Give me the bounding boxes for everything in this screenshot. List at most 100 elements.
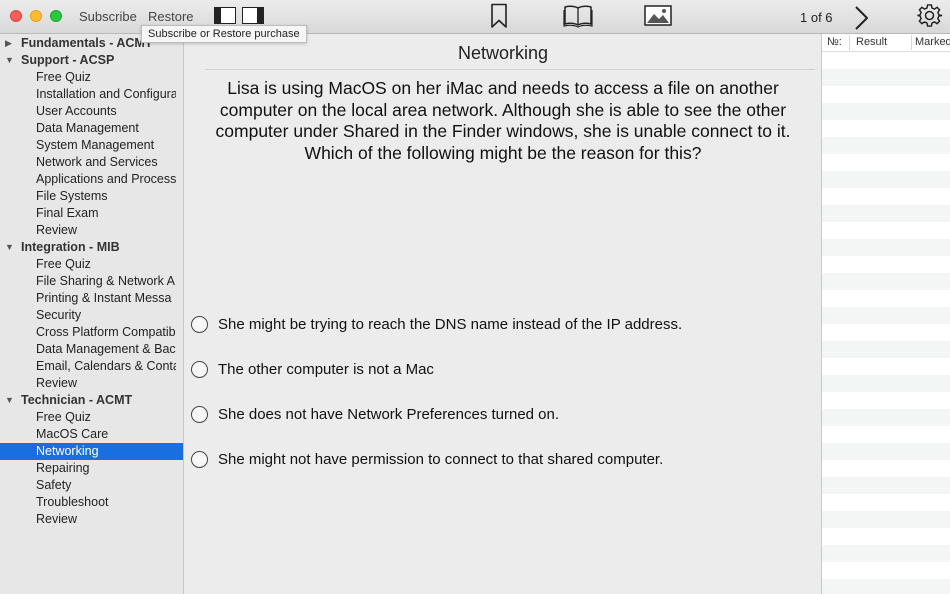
sidebar-group-label: Integration - MIB xyxy=(21,240,120,254)
chevron-right-icon[interactable] xyxy=(852,5,870,31)
sidebar-item-file-systems[interactable]: File Systems xyxy=(0,188,183,205)
answer-label: She might be trying to reach the DNS nam… xyxy=(218,316,683,333)
table-row xyxy=(822,205,950,222)
question-pane: Networking Lisa is using MacOS on her iM… xyxy=(185,34,821,594)
sidebar-item-file-sharing-network-a[interactable]: File Sharing & Network A xyxy=(0,273,183,290)
column-header-result[interactable]: Result xyxy=(856,36,887,48)
subscribe-button[interactable]: Subscribe xyxy=(79,9,137,24)
page-title: Networking xyxy=(457,43,549,63)
sidebar-item-user-accounts[interactable]: User Accounts xyxy=(0,103,183,120)
toggle-sidebar-button[interactable] xyxy=(214,7,236,24)
sidebar-item-repairing[interactable]: Repairing xyxy=(0,460,183,477)
table-row xyxy=(822,409,950,426)
sidebar-group-technician-acmt[interactable]: ▼ Technician - ACMT xyxy=(0,392,183,409)
radio-button[interactable] xyxy=(191,451,208,468)
table-row xyxy=(822,69,950,86)
sidebar-item-network-and-services[interactable]: Network and Services xyxy=(0,154,183,171)
table-row xyxy=(822,324,950,341)
sidebar-item-label: Review xyxy=(36,376,77,390)
table-row xyxy=(822,341,950,358)
table-row xyxy=(822,290,950,307)
sidebar-item-label: Security xyxy=(36,308,82,322)
sidebar-item-label: User Accounts xyxy=(36,104,117,118)
restore-button[interactable]: Restore xyxy=(148,9,194,24)
sidebar-item-final-exam[interactable]: Final Exam xyxy=(0,205,183,222)
sidebar-item-label: Data Management & Bac xyxy=(36,342,176,356)
sidebar-item-label: Email, Calendars & Conta xyxy=(36,359,176,373)
table-row xyxy=(822,545,950,562)
page-counter: 1 of 6 xyxy=(800,10,833,25)
title-divider xyxy=(205,69,815,70)
column-header-number[interactable]: №: xyxy=(827,36,842,48)
sidebar-item-cross-platform-compatib[interactable]: Cross Platform Compatib xyxy=(0,324,183,341)
sidebar-item-label: Printing & Instant Messa xyxy=(36,291,172,305)
gear-icon[interactable] xyxy=(917,3,943,29)
table-row xyxy=(822,443,950,460)
disclosure-down-icon[interactable]: ▼ xyxy=(5,52,14,69)
toggle-results-button[interactable] xyxy=(242,7,264,24)
bookmark-icon[interactable] xyxy=(490,3,508,29)
results-table: №: Result Marked xyxy=(821,34,950,594)
table-row xyxy=(822,307,950,324)
table-row xyxy=(822,137,950,154)
answer-label: She does not have Network Preferences tu… xyxy=(218,406,560,423)
sidebar-item-label: Repairing xyxy=(36,461,90,475)
window-close-button[interactable] xyxy=(10,10,22,22)
sidebar-item-security[interactable]: Security xyxy=(0,307,183,324)
sidebar-item-label: Network and Services xyxy=(36,155,158,169)
sidebar-item-label: Free Quiz xyxy=(36,410,91,424)
table-row xyxy=(822,103,950,120)
table-row xyxy=(822,358,950,375)
table-row xyxy=(822,426,950,443)
sidebar-item-troubleshoot[interactable]: Troubleshoot xyxy=(0,494,183,511)
sidebar-left-icon xyxy=(215,8,221,23)
sidebar-item-review[interactable]: Review xyxy=(0,511,183,528)
disclosure-right-icon[interactable]: ▶ xyxy=(5,35,12,52)
sidebar-item-networking[interactable]: Networking xyxy=(0,443,183,460)
sidebar-group-integration-mib[interactable]: ▼ Integration - MIB xyxy=(0,239,183,256)
window-minimize-button[interactable] xyxy=(30,10,42,22)
radio-button[interactable] xyxy=(191,361,208,378)
table-row xyxy=(822,171,950,188)
image-icon[interactable] xyxy=(644,5,672,27)
book-icon[interactable] xyxy=(563,4,593,28)
table-row xyxy=(822,494,950,511)
sidebar-item-printing-instant-messa[interactable]: Printing & Instant Messa xyxy=(0,290,183,307)
sidebar-item-free-quiz[interactable]: Free Quiz xyxy=(0,69,183,86)
window-zoom-button[interactable] xyxy=(50,10,62,22)
table-row xyxy=(822,392,950,409)
disclosure-down-icon[interactable]: ▼ xyxy=(5,392,14,409)
sidebar-item-label: File Sharing & Network A xyxy=(36,274,175,288)
question-text: Lisa is using MacOS on her iMac and need… xyxy=(215,78,791,163)
results-header: №: Result Marked xyxy=(822,34,950,52)
column-divider xyxy=(911,35,912,50)
table-row xyxy=(822,256,950,273)
sidebar-item-free-quiz[interactable]: Free Quiz xyxy=(0,409,183,426)
radio-button[interactable] xyxy=(191,316,208,333)
sidebar-item-label: Free Quiz xyxy=(36,257,91,271)
table-row xyxy=(822,222,950,239)
table-row xyxy=(822,477,950,494)
table-row xyxy=(822,375,950,392)
sidebar-item-macos-care[interactable]: MacOS Care xyxy=(0,426,183,443)
sidebar-item-installation-and-configura[interactable]: Installation and Configura xyxy=(0,86,183,103)
sidebar-item-system-management[interactable]: System Management xyxy=(0,137,183,154)
table-row xyxy=(822,239,950,256)
sidebar-item-applications-and-process[interactable]: Applications and Process xyxy=(0,171,183,188)
column-header-marked[interactable]: Marked xyxy=(915,36,950,48)
sidebar-item-data-management-bac[interactable]: Data Management & Bac xyxy=(0,341,183,358)
sidebar-group-support-acsp[interactable]: ▼ Support - ACSP xyxy=(0,52,183,69)
tooltip: Subscribe or Restore purchase xyxy=(141,25,307,43)
sidebar-item-data-management[interactable]: Data Management xyxy=(0,120,183,137)
sidebar-item-label: Free Quiz xyxy=(36,70,91,84)
sidebar-item-free-quiz[interactable]: Free Quiz xyxy=(0,256,183,273)
radio-button[interactable] xyxy=(191,406,208,423)
sidebar-item-review[interactable]: Review xyxy=(0,375,183,392)
sidebar-group-label: Support - ACSP xyxy=(21,53,115,67)
sidebar-item-label: Review xyxy=(36,223,77,237)
disclosure-down-icon[interactable]: ▼ xyxy=(5,239,14,256)
sidebar-item-label: System Management xyxy=(36,138,155,152)
sidebar-item-review[interactable]: Review xyxy=(0,222,183,239)
sidebar-item-email-calendars-conta[interactable]: Email, Calendars & Conta xyxy=(0,358,183,375)
sidebar-item-safety[interactable]: Safety xyxy=(0,477,183,494)
